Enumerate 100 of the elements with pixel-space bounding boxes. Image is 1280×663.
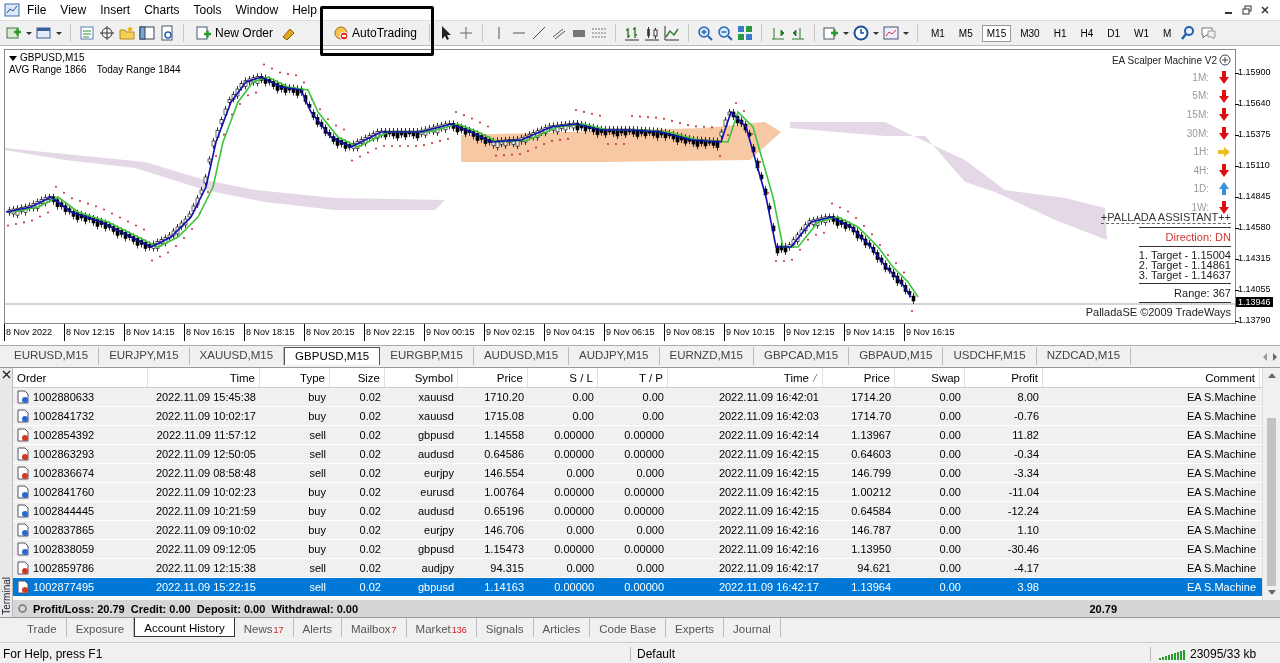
timeframe-button[interactable]: D1	[1102, 24, 1126, 42]
timeframe-button[interactable]: M1	[925, 24, 950, 42]
bar-chart-icon[interactable]	[623, 25, 640, 41]
connection-bars-icon[interactable]	[1159, 648, 1187, 660]
chart-tab[interactable]: NZDCAD,M15	[1036, 347, 1132, 365]
chart-tab[interactable]: GBPCAD,M15	[754, 347, 850, 365]
menu-item[interactable]: Help	[285, 1, 324, 19]
history-row[interactable]: 1002863293 2022.11.09 12:50:05 sell 0.02 audusd 0.64586 0.00000 0.00000 2022.11.09 16:42:15 0.64603 0.00 -0.34 EA S.Machine	[13, 445, 1262, 464]
history-row[interactable]: 1002838059 2022.11.09 09:12:05 buy 0.02 gbpusd 1.15473 0.00000 0.00000 2022.11.09 16:42:16 1.13950 0.00 -30.46 EA S.Machine	[13, 540, 1262, 559]
terminal-tab[interactable]: Alerts	[293, 618, 342, 637]
terminal-tab[interactable]: Experts	[666, 618, 725, 637]
close-icon[interactable]	[1, 370, 11, 379]
search-icon[interactable]	[1180, 25, 1197, 41]
autotrading-button[interactable]: AutoTrading	[329, 22, 421, 44]
zoom-in-icon[interactable]	[696, 25, 713, 41]
table-cell-text: -12.24	[1006, 504, 1040, 519]
column-header[interactable]: Time	[148, 368, 260, 387]
column-header[interactable]: Size	[330, 368, 385, 387]
chart-shift-icon[interactable]	[789, 25, 806, 41]
clock-icon[interactable]	[852, 25, 869, 41]
trendline-icon[interactable]	[530, 25, 547, 41]
column-header[interactable]: Order	[13, 368, 148, 387]
timeframe-button[interactable]: M5	[953, 24, 978, 42]
history-row[interactable]: 1002880633 2022.11.09 15:45:38 buy 0.02 xauusd 1710.20 0.00 0.00 2022.11.09 16:42:01 1714.20 0.00 8.00 EA S.Machine	[13, 388, 1262, 407]
dropdown-caret-icon[interactable]	[9, 54, 17, 62]
history-row[interactable]: 1002844445 2022.11.09 10:21:59 buy 0.02 audusd 0.65196 0.00000 0.00000 2022.11.09 16:42:15 0.64584 0.00 -12.24 EA S.Machine	[13, 502, 1262, 521]
scrollbar-thumb[interactable]	[1267, 418, 1276, 586]
terminal-tab[interactable]: Market136	[406, 618, 477, 637]
terminal-tab[interactable]: Mailbox 7	[341, 618, 407, 637]
timeframe-button[interactable]: M15	[981, 24, 1012, 42]
column-header[interactable]: Comment	[1043, 368, 1260, 387]
scroll-down-icon[interactable]	[1267, 590, 1276, 596]
chart-tab[interactable]: EURGBP,M15	[380, 347, 474, 365]
table-cell-text: 146.554	[483, 466, 525, 481]
candlestick-icon[interactable]	[643, 25, 660, 41]
column-header[interactable]: S / L	[528, 368, 598, 387]
menu-item[interactable]: Window	[228, 1, 286, 19]
terminal-tab[interactable]: Code Base	[590, 618, 667, 637]
menu-item[interactable]: View	[53, 1, 94, 19]
history-row[interactable]: 1002841732 2022.11.09 10:02:17 buy 0.02 xauusd 1715.08 0.00 0.00 2022.11.09 16:42:03 1714.70 0.00 -0.76 EA S.Machine	[13, 407, 1262, 426]
column-header[interactable]: Swap	[895, 368, 965, 387]
menu-item[interactable]: Tools	[186, 1, 229, 19]
column-header[interactable]: Type	[260, 368, 330, 387]
autoscroll-icon[interactable]	[769, 25, 786, 41]
timeframe-button[interactable]: M30	[1015, 24, 1045, 42]
menu-item[interactable]: Insert	[93, 1, 138, 19]
timeframe-label: 1M:	[1192, 71, 1209, 83]
column-header[interactable]: Symbol	[385, 368, 458, 387]
column-header[interactable]: T / P	[598, 368, 668, 387]
chart-tab[interactable]: EURNZD,M15	[659, 347, 754, 365]
menu-item[interactable]: Charts	[137, 1, 187, 19]
timeframe-button[interactable]: W1	[1129, 24, 1155, 42]
table-cell-text: 0.00000	[553, 428, 595, 443]
crosshair-icon[interactable]	[99, 25, 115, 41]
column-header[interactable]: Price	[458, 368, 528, 387]
history-row[interactable]: 1002859786 2022.11.09 12:15:38 sell 0.02 audjpy 94.315 0.000 0.000 2022.11.09 16:42:17 94.621 0.00 -4.17 EA S.Machine	[13, 559, 1262, 578]
zoom-out-icon[interactable]	[716, 25, 733, 41]
column-header[interactable]: Price	[823, 368, 895, 387]
chart-tab[interactable]: EURJPY,M15	[99, 347, 190, 365]
range-label: Range: 367	[1174, 286, 1231, 299]
close-icon[interactable]	[1260, 5, 1270, 15]
terminal-tab[interactable]: Signals	[476, 618, 534, 637]
history-row[interactable]: 1002837865 2022.11.09 09:10:02 buy 0.02 eurjpy 146.706 0.000 0.000 2022.11.09 16:42:16 146.787 0.00 1.10 EA S.Machine	[13, 521, 1262, 540]
terminal-tab[interactable]: Articles	[533, 618, 591, 637]
scroll-up-icon[interactable]	[1267, 372, 1276, 378]
history-row[interactable]: 1002836674 2022.11.09 08:58:48 sell 0.02 eurjpy 146.554 0.000 0.000 2022.11.09 16:42:15 146.799 0.00 -3.34 EA S.Machine	[13, 464, 1262, 483]
timeframe-button[interactable]: M	[1158, 24, 1177, 42]
restore-icon[interactable]	[1242, 5, 1252, 15]
table-cell-text: gbpusd	[416, 580, 455, 595]
column-header[interactable]: Profit	[965, 368, 1043, 387]
price-tick: 1.15640	[1238, 98, 1271, 108]
app-chart-icon[interactable]	[4, 2, 20, 18]
history-row[interactable]: 1002854392 2022.11.09 11:57:12 sell 0.02 gbpusd 1.14558 0.00000 0.00000 2022.11.09 16:42:14 1.13967 0.00 11.82 EA S.Machine	[13, 426, 1262, 445]
chat-icon[interactable]	[1200, 25, 1217, 41]
new-order-icon	[196, 25, 212, 41]
menu-item[interactable]: File	[20, 1, 54, 19]
terminal-tab[interactable]: Account History	[134, 618, 235, 637]
chart-tab[interactable]: GBPUSD,M15	[284, 347, 381, 365]
table-cell-text: 0.64603	[850, 447, 892, 462]
timeframe-button[interactable]: H4	[1075, 24, 1099, 42]
terminal-tab[interactable]: Trade	[18, 618, 67, 637]
timeframe-button[interactable]: H1	[1048, 24, 1072, 42]
chart-tab[interactable]: USDCHF,M15	[943, 347, 1037, 365]
template-icon[interactable]	[882, 25, 899, 41]
chart-tab[interactable]: GBPAUD,M15	[849, 347, 944, 365]
new-order-button[interactable]: New Order	[192, 22, 277, 44]
chart-tab[interactable]: AUDJPY,M15	[569, 347, 660, 365]
table-cell-text: 0.02	[358, 466, 382, 481]
terminal-tab[interactable]: Journal	[724, 618, 781, 637]
terminal-tab[interactable]: News 17	[234, 618, 294, 637]
panel-icon[interactable]	[1219, 54, 1231, 66]
history-row[interactable]: 1002841760 2022.11.09 10:02:23 buy 0.02 eurusd 1.00764 0.00000 0.00000 2022.11.09 16:42:15 1.00212 0.00 -11.04 EA S.Machine	[13, 483, 1262, 502]
chart-tab[interactable]: EURUSD,M15	[4, 347, 100, 365]
history-row[interactable]: 1002877495 2022.11.09 15:22:15 sell 0.02 gbpusd 1.14163 0.00000 0.00000 2022.11.09 16:42:17 1.13964 0.00 3.98 EA S.Machine	[13, 578, 1262, 597]
tile-windows-icon[interactable]	[736, 25, 753, 41]
folder-star-icon[interactable]	[119, 25, 135, 41]
column-header[interactable]: Time	[668, 368, 823, 387]
table-cell-text: 0.00	[938, 523, 962, 538]
chart-tab[interactable]: AUDUSD,M15	[473, 347, 570, 365]
line-chart-icon[interactable]	[663, 25, 680, 41]
